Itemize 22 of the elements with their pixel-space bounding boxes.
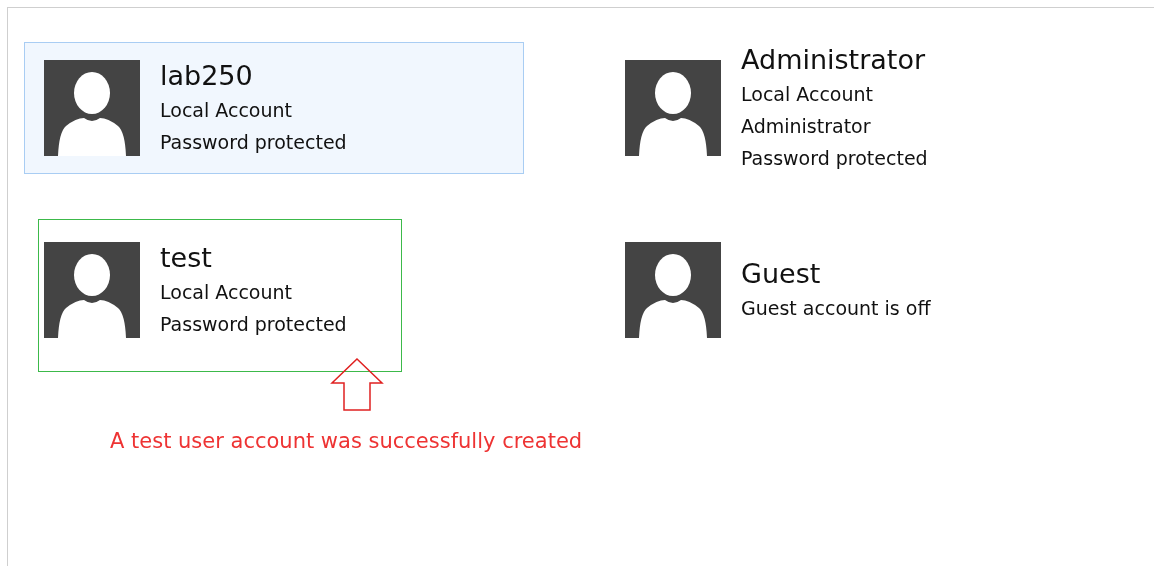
account-name: test: [160, 240, 213, 275]
account-tile[interactable]: test Local Account Password protected: [24, 223, 524, 356]
account-tile[interactable]: lab250 Local Account Password protected: [24, 41, 524, 174]
account-detail: Administrator: [741, 113, 872, 139]
account-detail: Local Account: [741, 81, 874, 107]
user-avatar-icon: [44, 241, 140, 338]
account-tile[interactable]: Guest Guest account is off: [605, 225, 1105, 354]
account-detail: Guest account is off: [741, 295, 931, 321]
annotation-note: A test user account was successfully created: [109, 429, 584, 453]
up-arrow-icon: [330, 358, 384, 412]
account-detail: Password protected: [160, 311, 347, 337]
account-name: Administrator: [741, 42, 927, 77]
user-avatar-icon: [625, 241, 721, 338]
account-detail: Password protected: [160, 129, 347, 155]
user-avatar-icon: [625, 59, 721, 156]
account-detail: Local Account: [160, 97, 293, 123]
account-name: Guest: [741, 256, 822, 291]
user-avatar-icon: [44, 59, 140, 156]
account-detail: Local Account: [160, 279, 293, 305]
account-detail: Password protected: [741, 145, 928, 171]
account-tile[interactable]: Administrator Local Account Administrator Password protected: [605, 25, 1105, 190]
account-name: lab250: [160, 58, 254, 93]
